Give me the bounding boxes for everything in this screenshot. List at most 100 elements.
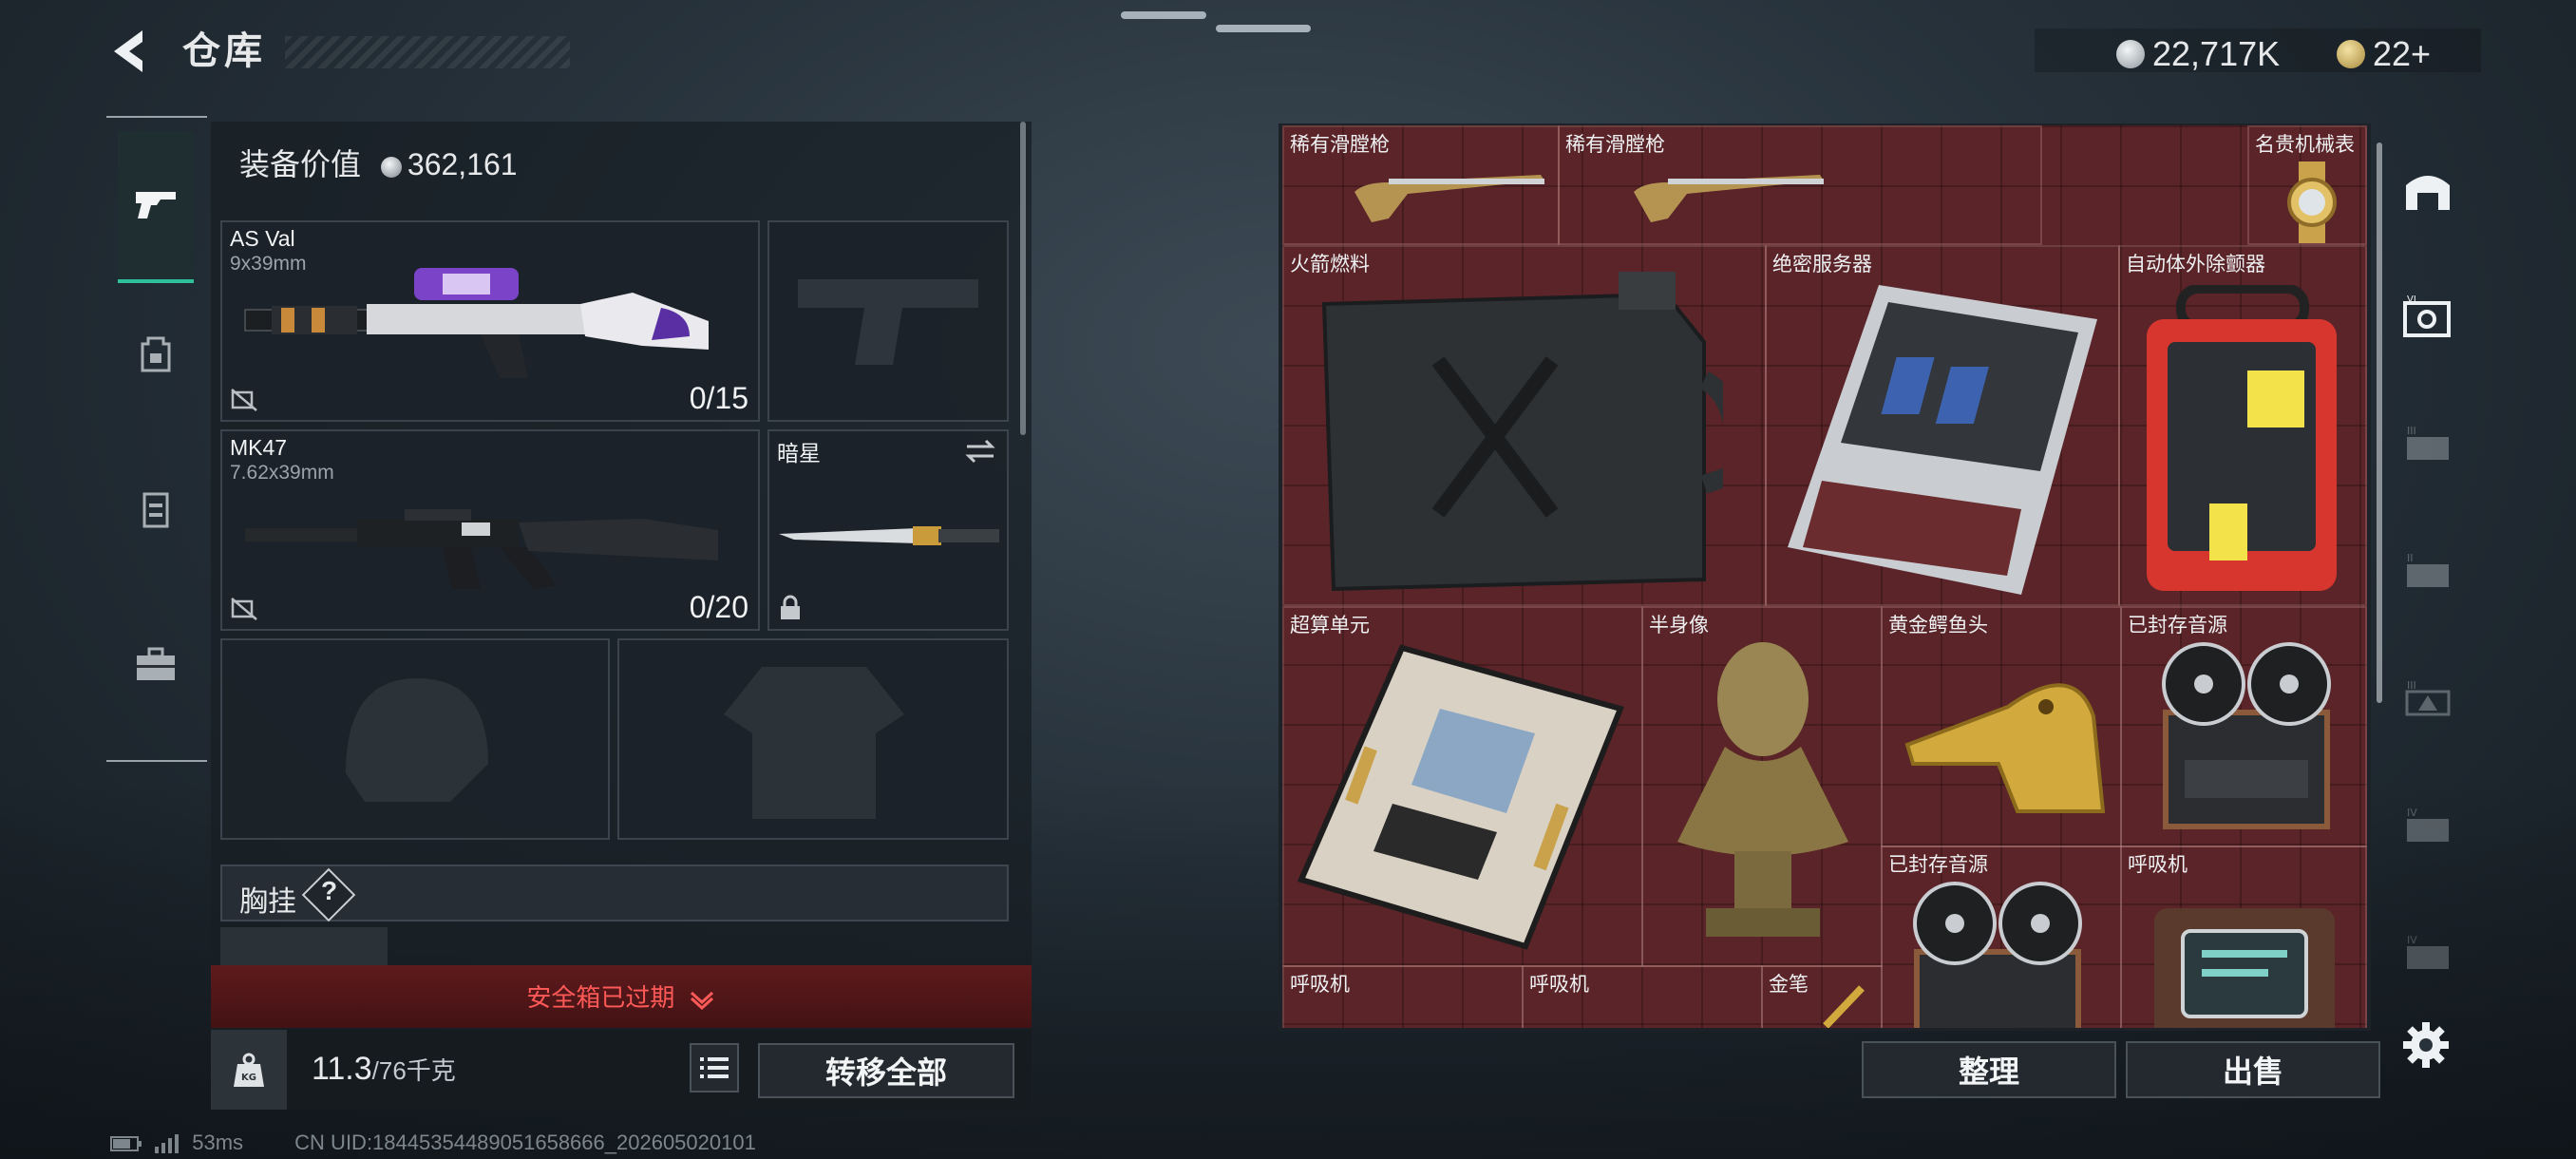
- item-aed[interactable]: 自动体外除颤器: [2118, 245, 2367, 606]
- tab-stash-secret[interactable]: VI: [2394, 283, 2462, 352]
- item-rare-musket[interactable]: 稀有滑膛枪: [1282, 125, 1560, 245]
- equipment-scrollbar[interactable]: [1020, 122, 1026, 435]
- stash-page-icon: II: [2407, 552, 2449, 587]
- watch-icon: [2287, 162, 2337, 243]
- settings-button[interactable]: [2399, 1018, 2453, 1072]
- musket-icon: [1634, 175, 1824, 222]
- chevron-down-icon: [690, 992, 713, 1011]
- uid-text: CN UID:18445354489051658666_202605020101: [294, 1130, 756, 1154]
- item-label: 名贵机械表: [2255, 134, 2355, 156]
- pistol-placeholder-icon: [798, 279, 978, 365]
- coin-icon: [2116, 40, 2145, 68]
- back-button[interactable]: [106, 27, 156, 80]
- knife-icon: [779, 526, 999, 545]
- armor-slot-empty[interactable]: [617, 638, 1009, 840]
- item-sealed-audio-source[interactable]: 已封存音源: [2120, 606, 2367, 847]
- tab-stash-main[interactable]: [2394, 156, 2462, 224]
- currency-main: 22,717K: [2152, 34, 2281, 73]
- item-ventilator[interactable]: 呼吸机: [1282, 965, 1524, 1028]
- item-label: 呼吸机: [1529, 974, 1589, 996]
- stash-page-icon: III: [2407, 425, 2449, 460]
- list-view-button[interactable]: [690, 1043, 739, 1092]
- sort-button[interactable]: 整理: [1862, 1041, 2116, 1098]
- item-ventilator[interactable]: 呼吸机: [1522, 965, 1763, 1028]
- tab-stash-7[interactable]: IV: [2394, 920, 2462, 988]
- sidearm-slot-empty[interactable]: [767, 220, 1009, 422]
- item-bust[interactable]: 半身像: [1641, 606, 1883, 967]
- item-rocket-fuel[interactable]: 火箭燃料: [1282, 245, 1767, 606]
- mk47-rifle-icon: [245, 509, 718, 589]
- item-rare-musket[interactable]: 稀有滑膛枪: [1558, 125, 2042, 245]
- armor-vest-icon: [142, 492, 169, 528]
- ventilator-icon: [2154, 908, 2335, 1028]
- page-title: 仓库: [182, 30, 266, 72]
- currency-bar: 22,717K 22+: [2035, 28, 2481, 74]
- helmet-placeholder-icon: [346, 678, 488, 802]
- item-gold-pen[interactable]: 金笔: [1761, 965, 1883, 1028]
- svg-text:II: II: [2407, 552, 2414, 564]
- stash-page-icon: IV: [2407, 934, 2449, 969]
- battery-icon: [110, 1136, 142, 1152]
- chest-rig-row[interactable]: 胸挂 ?: [220, 864, 1009, 922]
- swap-icon[interactable]: [963, 437, 997, 466]
- helmet-slot-empty[interactable]: [220, 638, 610, 840]
- svg-text:IV: IV: [2407, 807, 2417, 819]
- melee-name: 暗星: [777, 441, 821, 466]
- safe-box-expired-bar[interactable]: 安全箱已过期: [211, 965, 1032, 1028]
- equipment-value-amount: 362,161: [407, 147, 518, 181]
- item-label: 呼吸机: [1290, 974, 1350, 996]
- premium-coin-icon: [2337, 40, 2365, 68]
- fuel-canister-icon: [1321, 272, 1723, 592]
- reel-to-reel-icon: [2162, 642, 2331, 829]
- no-attachment-icon: [231, 598, 257, 620]
- transfer-all-button[interactable]: 转移全部: [758, 1043, 1014, 1098]
- tab-backpack[interactable]: [118, 315, 194, 391]
- tab-stash-4[interactable]: II: [2394, 538, 2462, 606]
- ammo-count: 0/15: [689, 381, 748, 415]
- tab-stash-6[interactable]: IV: [2394, 792, 2462, 861]
- tab-stash-5[interactable]: III: [2394, 665, 2462, 733]
- ping-text: 53ms: [192, 1130, 244, 1154]
- secondary-weapon-slot[interactable]: MK47 7.62x39mm 0/20: [220, 429, 760, 631]
- lock-icon: [781, 595, 800, 619]
- musket-icon: [1354, 175, 1544, 222]
- weight-kg-icon: KG: [234, 1053, 264, 1087]
- weight-icon-box: KG: [211, 1030, 287, 1110]
- primary-weapon-slot[interactable]: AS Val 9x39mm 0/15: [220, 220, 760, 422]
- tab-stash-3[interactable]: III: [2394, 410, 2462, 479]
- tab-toolbox[interactable]: [118, 627, 194, 703]
- chest-rig-label: 胸挂: [239, 886, 296, 918]
- stash-safe-icon: VI: [2403, 294, 2451, 337]
- sell-button[interactable]: 出售: [2126, 1041, 2380, 1098]
- signal-icon: [155, 1134, 180, 1154]
- svg-text:IV: IV: [2407, 934, 2417, 946]
- tab-weapons[interactable]: [118, 131, 194, 283]
- server-icon: [1788, 285, 2097, 595]
- ceiling-light: [1121, 11, 1206, 19]
- weight-bar: KG 11.3/76千克 转移全部: [211, 1030, 1032, 1110]
- tab-armor[interactable]: [118, 471, 194, 547]
- gear-icon: [2403, 1022, 2449, 1068]
- warehouse-icon: [2406, 176, 2450, 210]
- item-luxury-watch[interactable]: 名贵机械表: [2247, 125, 2367, 245]
- item-sealed-audio-source[interactable]: 已封存音源: [1881, 846, 2122, 1028]
- svg-text:KG: KG: [241, 1073, 256, 1083]
- item-top-secret-server[interactable]: 绝密服务器: [1765, 245, 2120, 606]
- defibrillator-icon: [2147, 285, 2337, 591]
- coin-icon: [380, 156, 402, 178]
- toolbox-icon: [137, 647, 175, 680]
- premium-currency[interactable]: 22+: [2337, 34, 2431, 74]
- svg-text:VI: VI: [2407, 294, 2416, 305]
- weight-capacity: /76千克: [371, 1056, 456, 1085]
- as-val-rifle-icon: [244, 268, 709, 378]
- melee-slot[interactable]: 暗星: [767, 429, 1009, 631]
- equipment-value-label: 装备价值: [239, 147, 362, 181]
- item-golden-crocodile-head[interactable]: 黄金鳄鱼头: [1881, 606, 2122, 847]
- item-ventilator[interactable]: 呼吸机: [2120, 846, 2367, 1028]
- stash-scrollbar[interactable]: [2377, 142, 2382, 703]
- loadout-tabs: [106, 116, 207, 762]
- safe-box-expired-text: 安全箱已过期: [211, 978, 1032, 1014]
- stash-page-tabs: VI III II III IV IV: [2384, 142, 2470, 1036]
- item-supercomputing-unit[interactable]: 超算单元: [1282, 606, 1643, 967]
- status-line: 53ms CN UID:18445354489051658666_2026050…: [110, 1130, 756, 1155]
